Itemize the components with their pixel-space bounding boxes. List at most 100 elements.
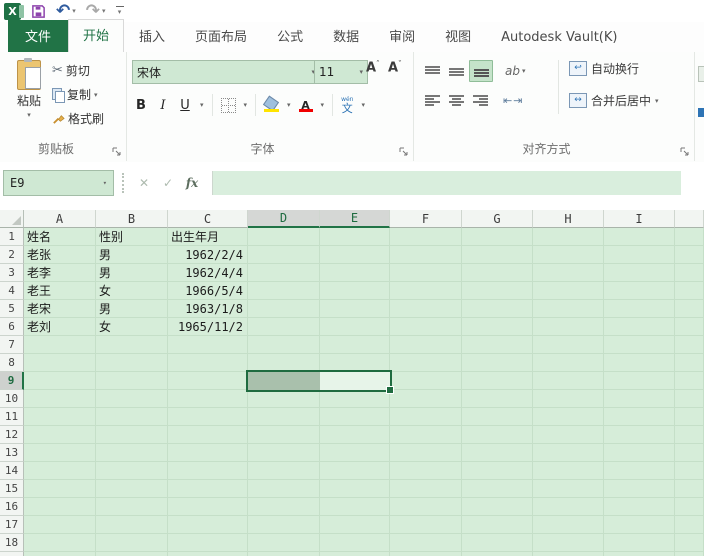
cell-I8[interactable] (604, 354, 675, 372)
bold-button[interactable]: B (134, 98, 148, 113)
cell-E10[interactable] (320, 390, 390, 408)
cell-F16[interactable] (390, 498, 462, 516)
cell-G6[interactable] (462, 318, 533, 336)
cell-D16[interactable] (248, 498, 320, 516)
row-header-9[interactable]: 9 (0, 372, 24, 390)
align-bottom-button[interactable] (469, 60, 493, 82)
cell-clipped-13[interactable] (675, 444, 704, 462)
cell-G1[interactable] (462, 228, 533, 246)
tab-Autodesk Vault(K)[interactable]: Autodesk Vault(K) (486, 24, 632, 52)
cell-clipped-16[interactable] (675, 498, 704, 516)
cell-A7[interactable] (24, 336, 96, 354)
merge-center-button[interactable]: ↔ 合并后居中 ▾ (569, 92, 659, 109)
align-center-button[interactable] (445, 90, 467, 110)
cell-F9[interactable] (390, 372, 462, 390)
cell-F19[interactable] (390, 552, 462, 556)
cell-H2[interactable] (533, 246, 604, 264)
font-size-combobox[interactable]: 11 ▾ (314, 60, 368, 84)
cell-E5[interactable] (320, 300, 390, 318)
cell-clipped-17[interactable] (675, 516, 704, 534)
cell-selection[interactable] (246, 370, 392, 392)
cell-B2[interactable]: 男 (96, 246, 168, 264)
alignment-dialog-launcher-icon[interactable] (680, 147, 690, 157)
cell-E7[interactable] (320, 336, 390, 354)
row-header-15[interactable]: 15 (0, 480, 24, 498)
decrease-indent-button[interactable]: ⇤ (503, 94, 511, 107)
redo-button[interactable]: ↷ ▾ (86, 3, 106, 20)
column-header-A[interactable]: A (24, 210, 96, 228)
cell-F5[interactable] (390, 300, 462, 318)
redo-dropdown-icon[interactable]: ▾ (102, 8, 106, 15)
cell-C19[interactable] (168, 552, 248, 556)
cell-I14[interactable] (604, 462, 675, 480)
row-header-18[interactable]: 18 (0, 534, 24, 552)
font-dialog-launcher-icon[interactable] (399, 147, 409, 157)
customize-toolbar-button[interactable]: ▾ (116, 6, 124, 16)
cell-clipped-18[interactable] (675, 534, 704, 552)
cell-I16[interactable] (604, 498, 675, 516)
cell-B9[interactable] (96, 372, 168, 390)
cell-F7[interactable] (390, 336, 462, 354)
cell-clipped-14[interactable] (675, 462, 704, 480)
row-header-1[interactable]: 1 (0, 228, 24, 246)
align-top-button[interactable] (421, 61, 443, 81)
cell-F8[interactable] (390, 354, 462, 372)
cell-C12[interactable] (168, 426, 248, 444)
row-header-5[interactable]: 5 (0, 300, 24, 318)
cell-clipped-2[interactable] (675, 246, 704, 264)
cell-I3[interactable] (604, 264, 675, 282)
row-header-3[interactable]: 3 (0, 264, 24, 282)
cell-D3[interactable] (248, 264, 320, 282)
name-box-dropdown-icon[interactable]: ▾ (103, 179, 107, 187)
cell-B8[interactable] (96, 354, 168, 372)
cell-I19[interactable] (604, 552, 675, 556)
cell-A19[interactable] (24, 552, 96, 556)
cell-clipped-19[interactable] (675, 552, 704, 556)
column-header-H[interactable]: H (533, 210, 604, 228)
formula-input[interactable] (212, 171, 681, 195)
cell-B11[interactable] (96, 408, 168, 426)
row-header-10[interactable]: 10 (0, 390, 24, 408)
cell-E18[interactable] (320, 534, 390, 552)
copy-dropdown-icon[interactable]: ▾ (94, 91, 98, 99)
cell-E17[interactable] (320, 516, 390, 534)
cell-H6[interactable] (533, 318, 604, 336)
cell-clipped-15[interactable] (675, 480, 704, 498)
cell-C17[interactable] (168, 516, 248, 534)
paste-dropdown-icon[interactable]: ▾ (27, 111, 31, 119)
cell-E11[interactable] (320, 408, 390, 426)
cell-H13[interactable] (533, 444, 604, 462)
row-header-7[interactable]: 7 (0, 336, 24, 354)
cell-F12[interactable] (390, 426, 462, 444)
clipboard-dialog-launcher-icon[interactable] (112, 147, 122, 157)
cell-G18[interactable] (462, 534, 533, 552)
cell-H10[interactable] (533, 390, 604, 408)
column-header-I[interactable]: I (604, 210, 675, 228)
cell-D15[interactable] (248, 480, 320, 498)
cell-H5[interactable] (533, 300, 604, 318)
cell-G2[interactable] (462, 246, 533, 264)
shrink-font-button[interactable]: Aˇ (388, 60, 402, 75)
tab-开始[interactable]: 开始 (68, 19, 124, 52)
cell-A8[interactable] (24, 354, 96, 372)
cell-B18[interactable] (96, 534, 168, 552)
cell-I13[interactable] (604, 444, 675, 462)
cell-C8[interactable] (168, 354, 248, 372)
cell-H8[interactable] (533, 354, 604, 372)
cell-clipped-8[interactable] (675, 354, 704, 372)
cell-C14[interactable] (168, 462, 248, 480)
cell-I5[interactable] (604, 300, 675, 318)
cell-H9[interactable] (533, 372, 604, 390)
cell-D5[interactable] (248, 300, 320, 318)
grow-font-button[interactable]: Aˆ (366, 60, 380, 75)
cell-G16[interactable] (462, 498, 533, 516)
cell-F10[interactable] (390, 390, 462, 408)
save-button[interactable] (31, 4, 46, 19)
cell-B1[interactable]: 性别 (96, 228, 168, 246)
cell-F1[interactable] (390, 228, 462, 246)
cell-clipped-4[interactable] (675, 282, 704, 300)
cell-E4[interactable] (320, 282, 390, 300)
cell-A16[interactable] (24, 498, 96, 516)
cell-D7[interactable] (248, 336, 320, 354)
cell-I4[interactable] (604, 282, 675, 300)
